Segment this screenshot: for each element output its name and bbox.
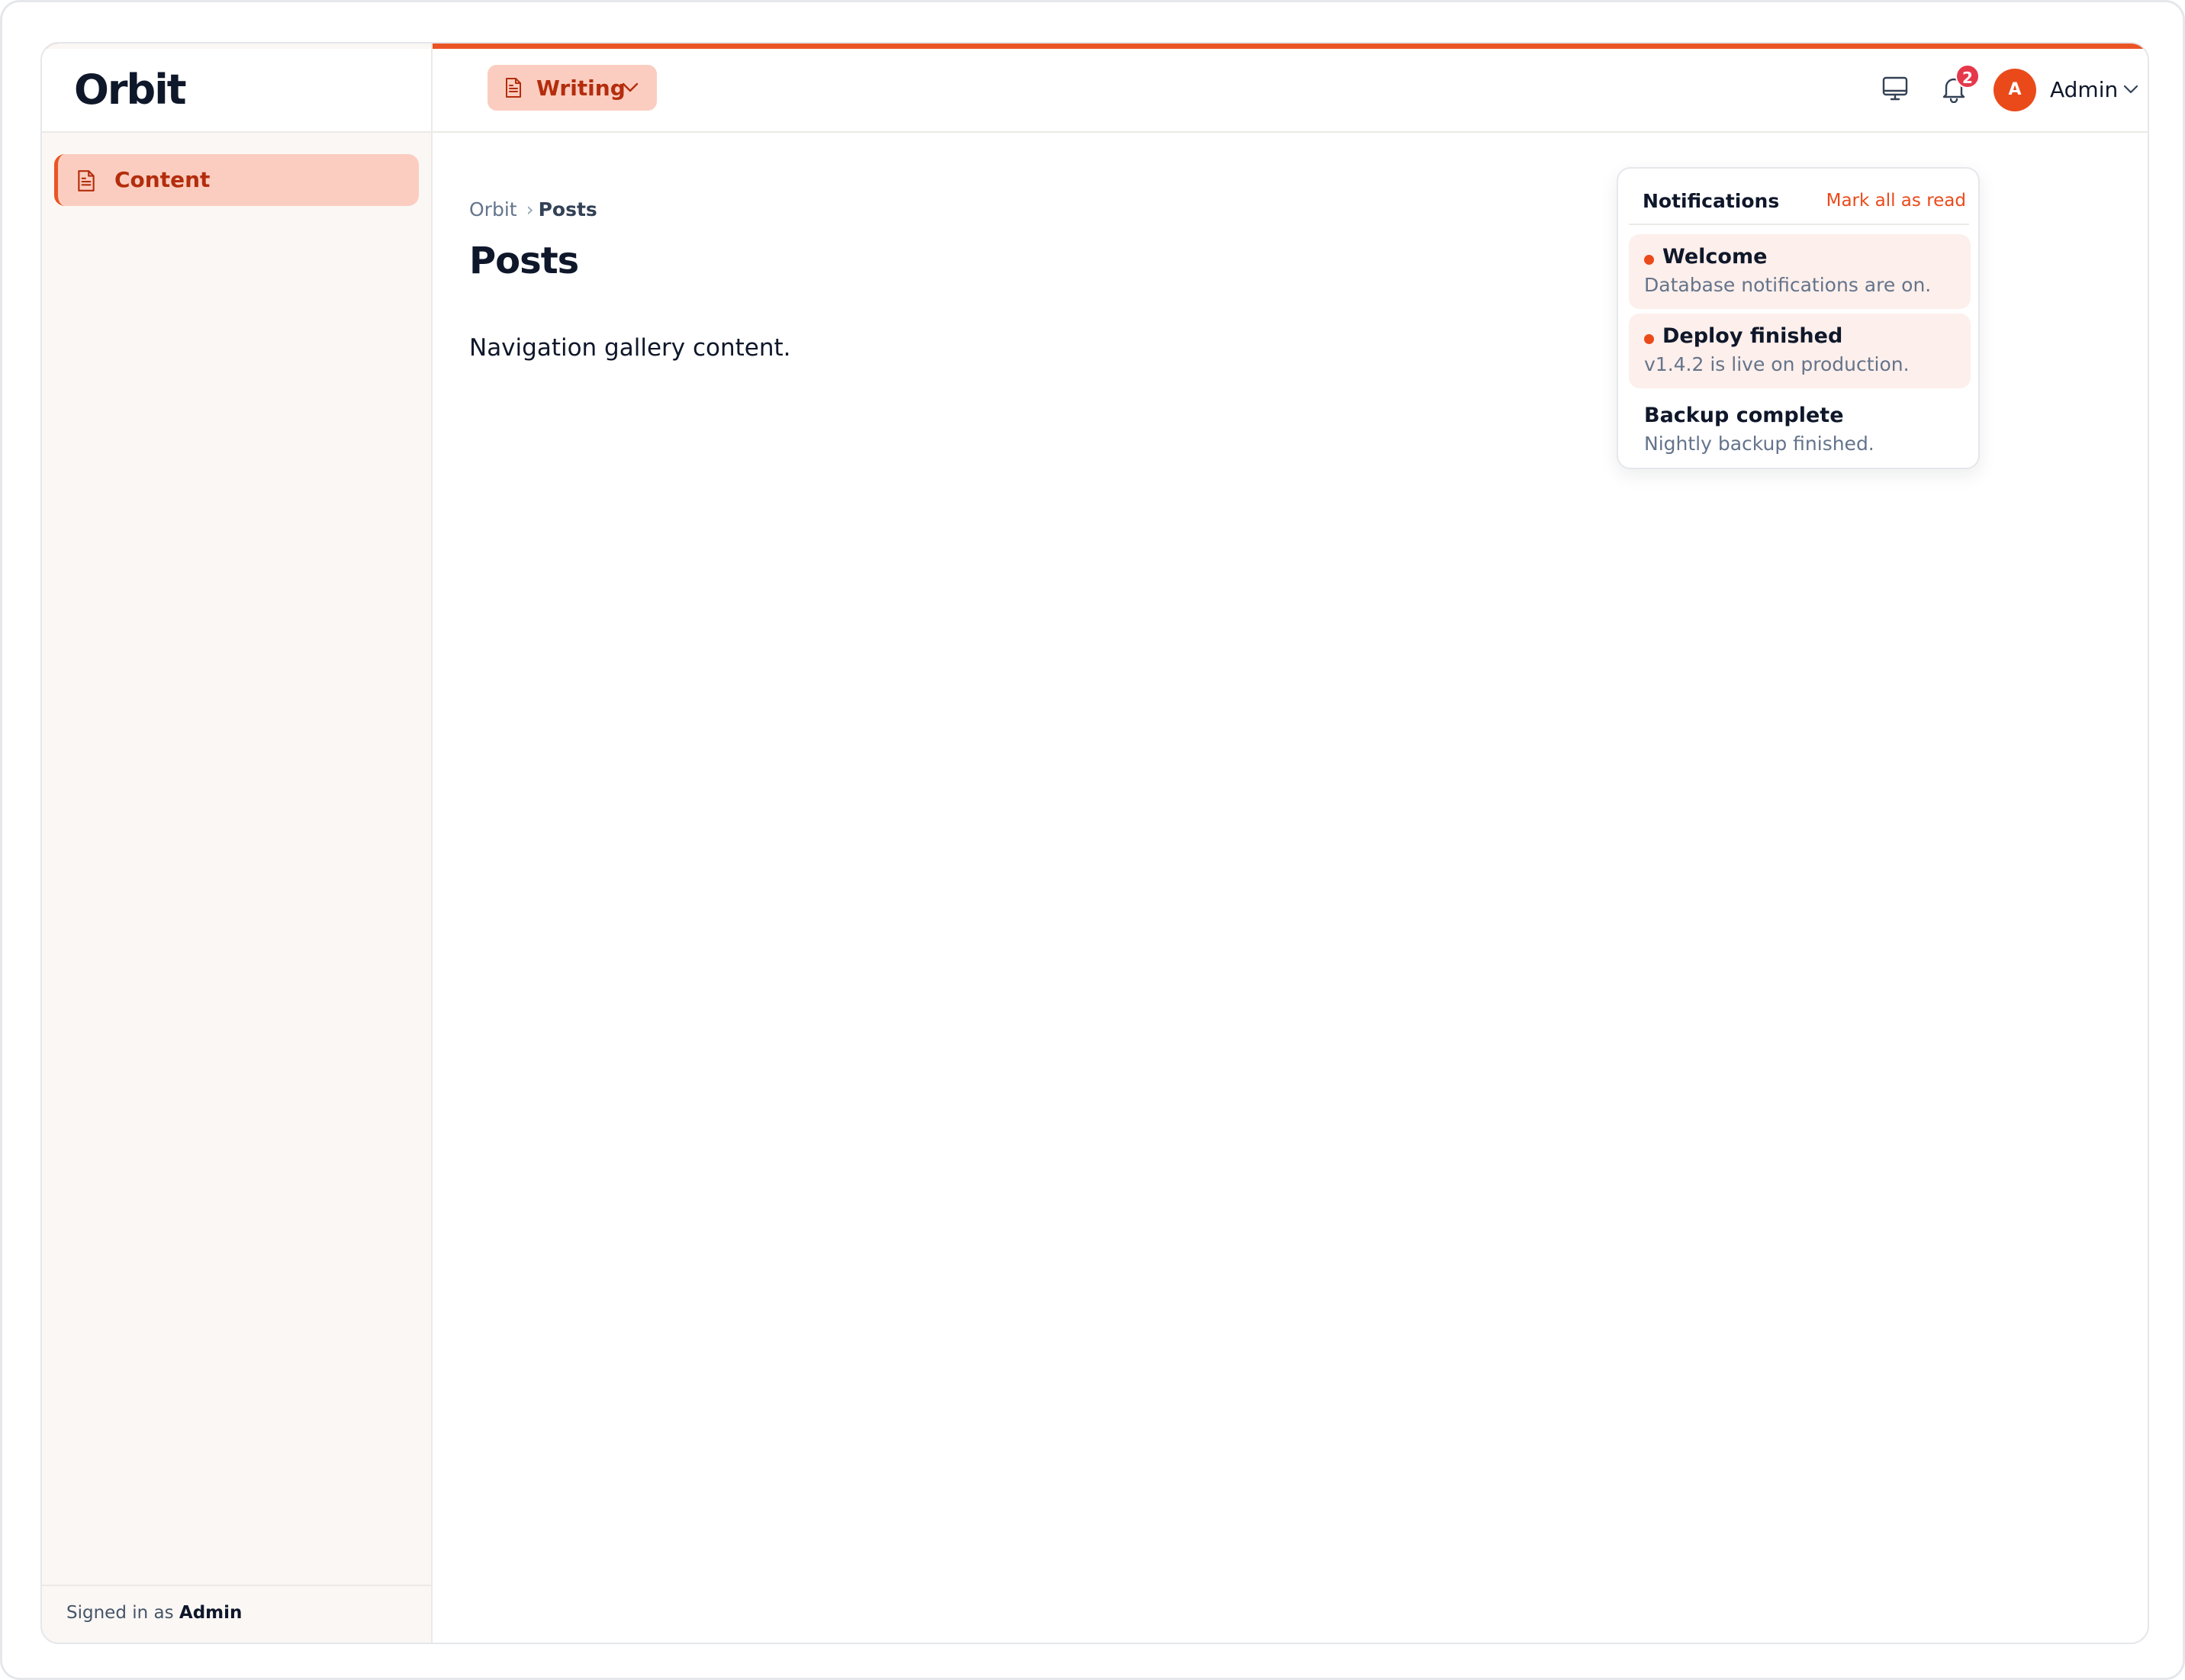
notification-count-badge: 2 [1955,64,1980,89]
app-shell: Orbit Content Signed in as Admin Writing… [40,42,2149,1644]
brand-logo[interactable]: Orbit [74,66,187,114]
page-body-text: Navigation gallery content. [469,334,791,362]
signed-in-text: Signed in as Admin [66,1603,242,1623]
window-frame: Orbit Content Signed in as Admin Writing… [0,0,2185,1680]
tenant-label: Writing [536,76,626,101]
monitor-icon[interactable] [1881,74,1910,103]
breadcrumb: Orbit › Posts [469,198,597,220]
notifications-header: Notifications Mark all as read [1629,169,1969,225]
chevron-right-icon: › [526,198,534,220]
breadcrumb-current: Posts [538,198,597,220]
signed-in-prefix: Signed in as [66,1603,174,1623]
notification-title: Deploy finished [1662,324,1843,348]
chevron-down-icon[interactable] [2122,83,2140,95]
notification-title: Backup complete [1644,404,1844,427]
topbar: Writing 2 A Admin [433,49,2148,133]
sidebar-item-content[interactable]: Content [54,154,419,206]
document-icon [78,170,95,191]
document-icon [506,78,521,98]
notification-description: Nightly backup finished. [1644,433,1874,455]
notification-description: Database notifications are on. [1644,274,1932,296]
mark-all-read-button[interactable]: Mark all as read [1826,191,1966,211]
signed-in-user: Admin [179,1603,243,1623]
chevron-down-icon [622,82,639,92]
page-title: Posts [469,240,579,282]
user-menu-name[interactable]: Admin [2050,77,2118,102]
sidebar-footer: Signed in as Admin [42,1585,431,1643]
brand-area: Orbit [42,49,431,133]
notification-item[interactable]: Backup complete Nightly backup finished. [1629,393,1971,468]
notifications-title: Notifications [1643,190,1780,212]
notifications-dropdown: Notifications Mark all as read Welcome D… [1617,167,1980,469]
notification-item[interactable]: Welcome Database notifications are on. [1629,234,1971,309]
sidebar: Orbit Content Signed in as Admin [42,43,433,1643]
notification-description: v1.4.2 is live on production. [1644,353,1910,375]
breadcrumb-root-link[interactable]: Orbit [469,198,517,220]
unread-dot [1644,255,1654,265]
tenant-switcher-button[interactable]: Writing [488,65,657,111]
unread-dot [1644,334,1654,344]
notification-title: Welcome [1662,245,1768,269]
avatar[interactable]: A [1994,69,2036,111]
sidebar-item-label: Content [114,167,211,192]
notification-item[interactable]: Deploy finished v1.4.2 is live on produc… [1629,314,1971,388]
